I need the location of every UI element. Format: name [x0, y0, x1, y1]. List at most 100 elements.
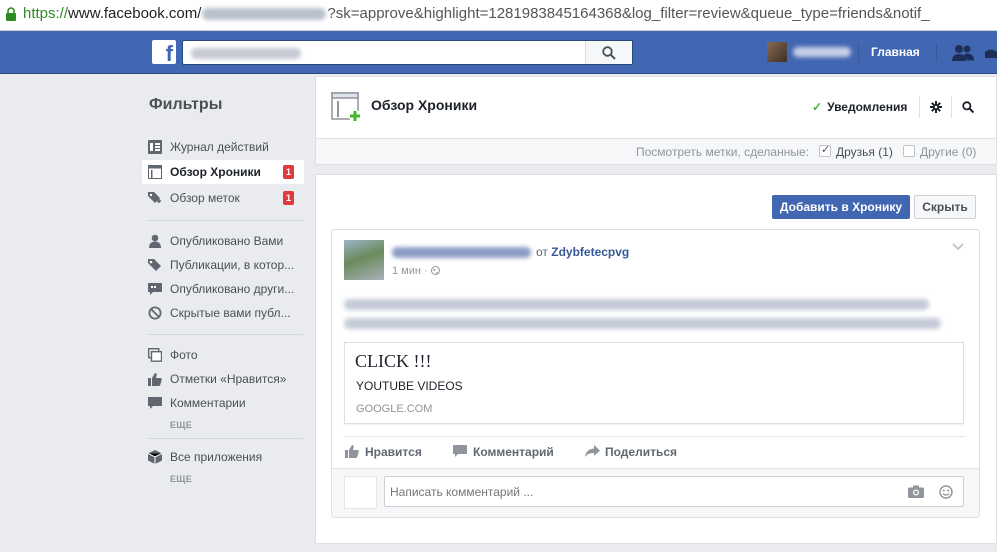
- filter-activity-log[interactable]: Журнал действий: [142, 135, 304, 159]
- tagged-names-redacted: [344, 299, 929, 310]
- like-label: Нравится: [365, 445, 422, 459]
- url-query: ?sk=approve&highlight=1281983845164368&l…: [327, 5, 930, 22]
- filter-label: Обзор Хроники: [170, 165, 261, 179]
- like-icon: [345, 445, 359, 458]
- speech-bubble-icon: [148, 283, 162, 295]
- friends-option-label[interactable]: Друзья (1): [836, 145, 893, 159]
- notifications-toggle[interactable]: ✓ Уведомления: [812, 100, 907, 114]
- divider: [919, 96, 920, 118]
- post-timestamp[interactable]: 1 мин ·: [392, 265, 440, 277]
- filter-label: Комментарии: [170, 396, 246, 410]
- divider: [148, 334, 303, 335]
- filter-comments[interactable]: Комментарии: [142, 391, 304, 415]
- divider: [936, 44, 937, 62]
- comment-icon: [453, 445, 467, 457]
- comment-label: Комментарий: [473, 445, 554, 459]
- timeline-review-icon: [148, 165, 162, 179]
- page-title: Обзор Хроники: [371, 97, 478, 113]
- gear-icon[interactable]: [930, 101, 942, 113]
- globe-icon: [430, 266, 440, 275]
- filter-row-label: Посмотреть метки, сделанные:: [636, 145, 809, 159]
- from-word: от: [536, 245, 548, 259]
- notifications-label: Уведомления: [827, 100, 908, 114]
- chevron-down-icon[interactable]: [952, 243, 964, 251]
- filter-tag-review[interactable]: Обзор меток 1: [142, 186, 304, 210]
- tagged-names-redacted: [344, 318, 941, 329]
- filter-posted-by-others[interactable]: Опубликовано други...: [142, 277, 304, 301]
- friends-checkbox[interactable]: [819, 143, 831, 157]
- filter-photos[interactable]: Фото: [142, 343, 304, 367]
- lock-icon: [6, 7, 16, 21]
- facebook-logo-icon[interactable]: f: [152, 40, 176, 66]
- friend-requests-icon[interactable]: [952, 44, 974, 62]
- filter-label: Журнал действий: [170, 140, 269, 154]
- search-button[interactable]: [585, 41, 632, 64]
- check-icon: ✓: [812, 100, 823, 114]
- filter-timeline-review[interactable]: Обзор Хроники 1: [142, 160, 304, 184]
- others-checkbox[interactable]: [903, 145, 915, 157]
- tag-review-icon: [148, 192, 161, 203]
- hide-button[interactable]: Скрыть: [914, 195, 976, 219]
- search-box[interactable]: [182, 40, 633, 65]
- search-icon[interactable]: [962, 101, 974, 113]
- share-icon: [585, 445, 600, 457]
- tag-source-filter: Посмотреть метки, сделанные: Друзья (1) …: [316, 138, 996, 164]
- hidden-icon: [148, 306, 162, 320]
- filter-label: Скрытые вами публ...: [170, 306, 291, 320]
- timeline-review-header-icon: [331, 92, 361, 122]
- filter-label: Все приложения: [170, 450, 263, 464]
- share-label: Поделиться: [605, 445, 678, 459]
- filter-posted-by-you[interactable]: Опубликовано Вами: [142, 229, 304, 253]
- search-icon: [602, 46, 616, 60]
- filter-label: Опубликовано Вами: [170, 234, 284, 248]
- like-icon: [148, 373, 162, 386]
- share-button[interactable]: Поделиться: [585, 444, 685, 460]
- more-link[interactable]: ЕЩЕ: [170, 474, 192, 484]
- browser-address-bar[interactable]: https://www.facebook.com/ ?sk=approve&hig…: [0, 0, 997, 31]
- post-author-redacted[interactable]: [392, 247, 531, 258]
- count-badge: 1: [283, 165, 294, 179]
- link-title[interactable]: CLICK !!!: [355, 351, 431, 372]
- from-name-link[interactable]: Zdybfetecpvg: [551, 245, 629, 259]
- divider: [148, 220, 303, 221]
- divider: [951, 96, 952, 118]
- home-link[interactable]: Главная: [871, 45, 920, 59]
- filter-tagged-posts[interactable]: Публикации, в котор...: [142, 253, 304, 277]
- facebook-top-bar: f Главная: [0, 31, 997, 74]
- camera-icon[interactable]: [908, 485, 924, 498]
- comment-input[interactable]: [390, 483, 870, 501]
- filter-likes[interactable]: Отметки «Нравится»: [142, 367, 304, 391]
- filter-hidden-posts[interactable]: Скрытые вами публ...: [142, 301, 304, 325]
- emoji-icon[interactable]: [939, 485, 953, 499]
- filter-label: Обзор меток: [170, 191, 240, 205]
- filter-label: Отметки «Нравится»: [170, 372, 287, 386]
- more-link[interactable]: ЕЩЕ: [170, 420, 192, 430]
- link-domain: GOOGLE.COM: [356, 403, 433, 415]
- tag-icon: [148, 259, 161, 271]
- comment-icon: [148, 397, 162, 409]
- divider: [148, 438, 303, 439]
- search-input[interactable]: [189, 44, 589, 62]
- filter-all-apps[interactable]: Все приложения: [142, 445, 304, 469]
- divider: [344, 436, 965, 437]
- filters-heading: Фильтры: [149, 96, 223, 113]
- activity-log-icon: [148, 140, 162, 154]
- add-to-timeline-button[interactable]: Добавить в Хронику: [772, 195, 910, 219]
- messages-icon[interactable]: [985, 44, 997, 62]
- photos-icon: [148, 348, 162, 362]
- filter-label: Фото: [170, 348, 198, 362]
- post-from: от Zdybfetecpvg: [536, 245, 629, 259]
- comment-box[interactable]: [384, 476, 964, 507]
- like-button[interactable]: Нравится: [345, 444, 425, 460]
- post-author-avatar[interactable]: [344, 240, 384, 280]
- comment-button[interactable]: Комментарий: [453, 444, 558, 460]
- url-text[interactable]: https://www.facebook.com/ ?sk=approve&hig…: [23, 5, 930, 23]
- commenter-avatar: [344, 476, 377, 509]
- url-host: www.facebook.com/: [68, 5, 202, 22]
- person-icon: [149, 234, 161, 248]
- others-option-label[interactable]: Другие (0): [920, 145, 976, 159]
- apps-cube-icon: [148, 450, 162, 464]
- profile-name-redacted[interactable]: [793, 47, 851, 57]
- profile-avatar[interactable]: [767, 42, 787, 62]
- url-scheme: https://: [23, 5, 69, 22]
